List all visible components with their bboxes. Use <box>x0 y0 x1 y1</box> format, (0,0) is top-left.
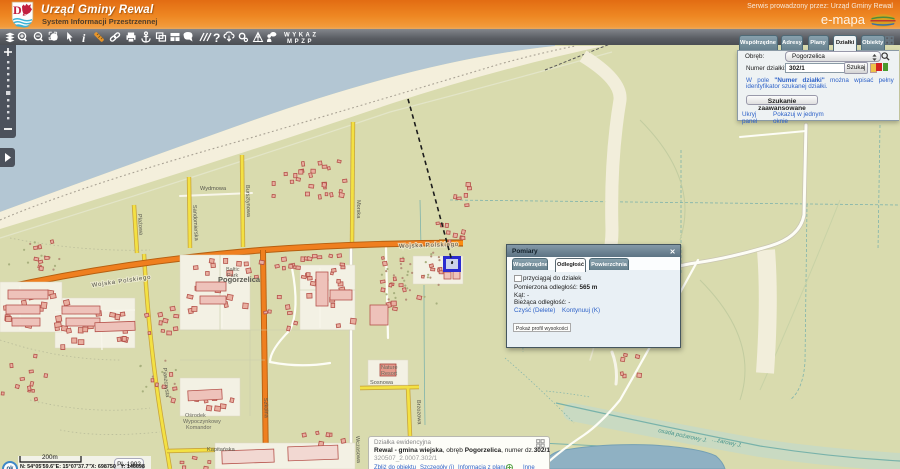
svg-text:Resort: Resort <box>381 371 398 377</box>
svg-text:Park: Park <box>227 273 239 279</box>
svg-text:W Y K A Z: W Y K A Z <box>284 33 317 39</box>
svg-text:i: i <box>82 31 86 45</box>
svg-text:Kapitańska: Kapitańska <box>207 447 236 453</box>
svg-text:D: D <box>13 3 22 17</box>
svg-text:Pogorzelica: Pogorzelica <box>218 275 261 284</box>
svg-text:Brzozowa: Brzozowa <box>415 400 422 426</box>
svg-text:M P Z P: M P Z P <box>287 39 312 45</box>
svg-text:Morska: Morska <box>355 200 361 219</box>
svg-text:Bursztynowa: Bursztynowa <box>244 185 251 218</box>
svg-text:Szkolna: Szkolna <box>262 398 269 419</box>
svg-text:Komandor: Komandor <box>186 425 212 431</box>
svg-text:200m: 200m <box>42 454 58 461</box>
svg-text:Sosnowa: Sosnowa <box>370 380 394 386</box>
svg-text:Wczasowa: Wczasowa <box>354 436 361 464</box>
svg-text:?: ? <box>213 31 220 45</box>
svg-text:Wydmowa: Wydmowa <box>200 186 227 192</box>
